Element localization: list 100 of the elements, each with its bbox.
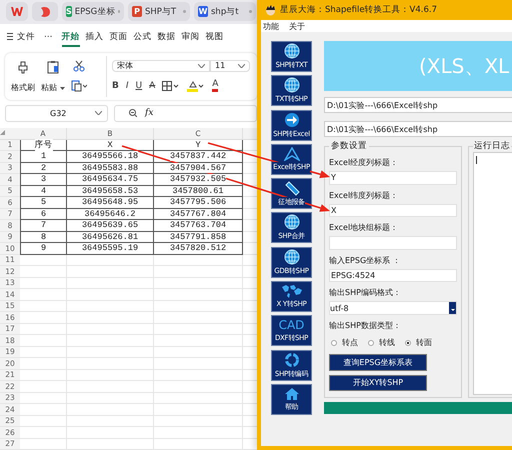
table-cell: 36495639.65 xyxy=(67,220,154,232)
table-cell: 1 xyxy=(20,151,67,162)
chevron-icon xyxy=(238,64,245,68)
format-painter-button[interactable]: 格式刷 xyxy=(11,82,35,93)
action-button[interactable]: 开始XY转SHP xyxy=(329,374,427,391)
ribbon-tab[interactable]: 数据 xyxy=(158,30,176,47)
globe-icon xyxy=(284,43,300,59)
name-box[interactable]: G32 xyxy=(5,104,108,122)
input-field[interactable]: Y xyxy=(329,171,457,185)
app-icon: P xyxy=(132,6,142,18)
table-cell: 36495626.81 xyxy=(67,232,154,243)
radio-option[interactable]: 转线 xyxy=(368,337,395,348)
chevron-icon xyxy=(95,111,102,116)
field-label: 输出SHP编码格式： xyxy=(329,287,402,298)
table-cell: 2 xyxy=(20,162,67,174)
copy-icon xyxy=(70,80,87,92)
ribbon-tab[interactable]: 公式 xyxy=(134,30,152,47)
table-cell xyxy=(20,438,67,450)
table-cell: 5 xyxy=(20,197,67,208)
cad-label: CAD xyxy=(278,318,304,332)
menu-item[interactable]: 功能 xyxy=(263,20,279,32)
document-tab[interactable]: W shp与t xyxy=(194,2,256,22)
borders-icon[interactable] xyxy=(162,81,180,92)
table-cell xyxy=(20,381,67,392)
ribbon-tab[interactable]: 视图 xyxy=(206,30,224,47)
table-cell: 序号 xyxy=(20,140,67,151)
dropdown-icon xyxy=(449,302,456,314)
table-cell: 3457820.512 xyxy=(154,243,243,254)
input-field[interactable] xyxy=(329,236,457,250)
field-label: 输入EPSG坐标系 ： xyxy=(329,254,402,266)
document-tab[interactable]: S EPSG坐标 xyxy=(62,2,124,22)
table-cell: 3457795.506 xyxy=(154,197,243,208)
formula-bar[interactable]: fx xyxy=(114,104,257,122)
group-title: 运行日志 xyxy=(473,140,511,152)
path-field[interactable]: D:\01实验---\666\Excel转shp xyxy=(324,121,512,137)
italic-button[interactable]: I xyxy=(126,81,129,92)
underline-button[interactable]: U xyxy=(136,81,142,92)
strikethrough-button[interactable]: A xyxy=(149,81,156,92)
table-cell: 3457932.505 xyxy=(154,174,243,186)
table-cell: 8 xyxy=(20,232,67,243)
document-tab[interactable] xyxy=(6,2,28,22)
ribbon-tab[interactable]: 页面 xyxy=(110,30,128,47)
bold-button[interactable]: B xyxy=(112,81,119,92)
function-label: fx xyxy=(145,108,154,118)
table-cell xyxy=(20,392,67,404)
paste-button[interactable]: 粘贴 xyxy=(41,82,65,93)
house-icon xyxy=(284,386,300,401)
table-cell: 3457791.858 xyxy=(154,232,243,243)
clipboard-icon xyxy=(46,60,60,74)
table-cell: 4 xyxy=(20,186,67,197)
app-icon xyxy=(265,4,276,16)
banner-text: (XLS、XL xyxy=(419,52,510,80)
logo-icon xyxy=(11,7,23,16)
file-menu[interactable]: 文件 xyxy=(7,30,35,47)
table-cell xyxy=(20,300,67,312)
input-field[interactable]: EPSG:4524 xyxy=(329,268,457,282)
font-select[interactable]: 宋体 xyxy=(112,60,210,72)
font-color-button[interactable]: A xyxy=(212,80,218,92)
table-cell xyxy=(20,289,67,300)
path-field[interactable]: D:\01实验---\666\Excel转shp xyxy=(324,97,512,113)
font-size-select[interactable]: 11 xyxy=(210,60,250,72)
tab-label: EPSG坐标 xyxy=(74,6,116,18)
menu-icon xyxy=(7,33,13,40)
zoom-icon xyxy=(129,109,137,118)
table-cell xyxy=(20,416,67,427)
table-cell xyxy=(20,254,67,266)
ribbon-tab[interactable]: 开始 xyxy=(62,30,80,47)
triangle-icon xyxy=(284,146,300,161)
encoding-select[interactable]: utf-8 xyxy=(329,301,457,316)
table-cell: 7 xyxy=(20,220,67,232)
input-field[interactable]: X xyxy=(329,204,457,218)
ribbon-tab[interactable]: 审阅 xyxy=(182,30,200,47)
document-tab[interactable]: P SHP与T xyxy=(128,2,190,22)
table-cell xyxy=(20,427,67,438)
table-cell: 3457767.804 xyxy=(154,208,243,220)
action-button[interactable]: 查询EPSG坐标系表 xyxy=(329,354,427,371)
globe-icon xyxy=(284,214,300,230)
table-cell: 36495634.75 xyxy=(67,174,154,186)
radio-option[interactable]: 转面 xyxy=(405,337,432,348)
table-cell xyxy=(20,404,67,416)
ring-icon xyxy=(284,352,300,368)
radio-option[interactable]: 转点 xyxy=(331,337,358,348)
app-icon: S xyxy=(66,6,72,18)
ribbon-tab[interactable]: 插入 xyxy=(86,30,104,47)
world-map-icon xyxy=(280,284,302,298)
corner-icon[interactable] xyxy=(0,130,5,134)
dot-icon xyxy=(249,10,252,14)
menu-item[interactable]: 关于 xyxy=(289,20,305,32)
scissors-icon xyxy=(72,60,85,72)
table-cell xyxy=(20,370,67,381)
table-cell: 3457763.704 xyxy=(154,220,243,232)
document-tab[interactable] xyxy=(32,2,58,22)
highlighter-icon[interactable] xyxy=(187,80,206,92)
window-title: 星辰大海：Shapefile转换工具：V4.6.7 xyxy=(280,4,438,16)
more-button[interactable]: ⋯ xyxy=(44,32,52,46)
table-cell: 3457837.442 xyxy=(154,151,243,162)
table-cell: 36495648.95 xyxy=(67,197,154,208)
globe-icon xyxy=(284,248,300,265)
table-cell: 36495566.18 xyxy=(67,151,154,162)
table-cell: 6 xyxy=(20,208,67,220)
